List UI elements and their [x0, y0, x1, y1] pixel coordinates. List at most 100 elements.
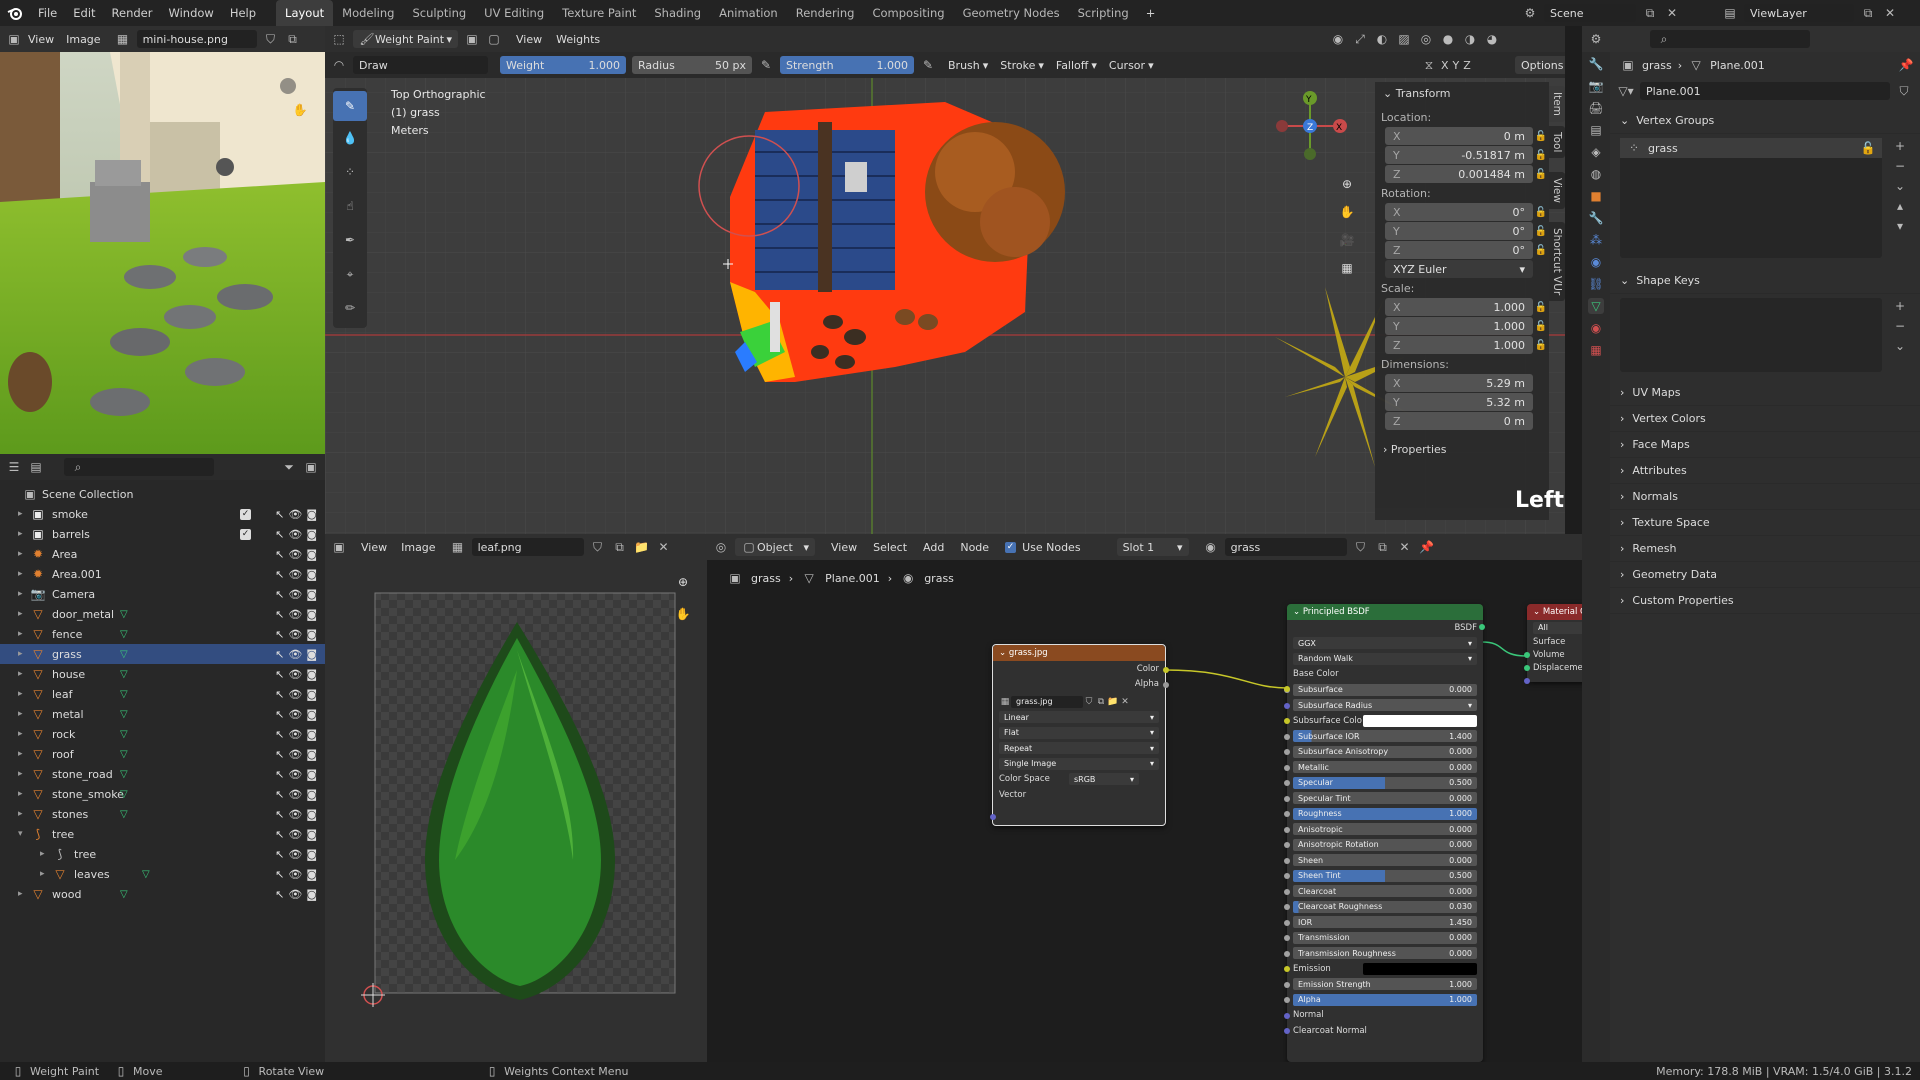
- input-socket[interactable]: [1284, 811, 1290, 817]
- outliner-item-stones[interactable]: ▸ ▽ stones ▽ ↖ 👁 ◙: [0, 804, 325, 824]
- smear-tool-icon[interactable]: ☝: [333, 189, 367, 223]
- outliner-item-Area[interactable]: ▸ ✹ Area ↖ 👁 ◙: [0, 544, 325, 564]
- group-specials-icon[interactable]: ⌄: [1892, 178, 1908, 194]
- lock-icon[interactable]: 🔓: [1535, 207, 1547, 218]
- transform-header[interactable]: ⌄ Transform: [1375, 82, 1549, 104]
- uv-image-menu[interactable]: Image: [401, 541, 435, 554]
- scene-tab-icon[interactable]: ◈: [1588, 144, 1604, 160]
- tab-sculpting[interactable]: Sculpting: [403, 0, 475, 26]
- filter-icon[interactable]: ⏷: [281, 459, 297, 475]
- new-collection-icon[interactable]: ▣: [303, 459, 319, 475]
- input-socket[interactable]: [1284, 904, 1290, 910]
- render-camera-icon[interactable]: ◙: [306, 608, 317, 621]
- expand-arrow-icon[interactable]: ▸: [18, 549, 23, 559]
- tab-shortcut[interactable]: Shortcut VUr: [1549, 222, 1565, 302]
- open-folder-icon[interactable]: 📁: [634, 539, 650, 555]
- render-camera-icon[interactable]: ◙: [306, 848, 317, 861]
- render-camera-icon[interactable]: ◙: [306, 628, 317, 641]
- input-socket[interactable]: [1284, 935, 1290, 941]
- tab-rendering[interactable]: Rendering: [787, 0, 864, 26]
- expand-arrow-icon[interactable]: ▸: [18, 569, 23, 579]
- section-attributes[interactable]: › Attributes: [1610, 458, 1920, 484]
- eye-icon[interactable]: 👁: [288, 568, 302, 581]
- eye-icon[interactable]: 👁: [288, 748, 302, 761]
- rotation-y-field[interactable]: Y 0° 🔓: [1385, 222, 1547, 240]
- outliner-item-tree[interactable]: ▸ ⟆ tree ↖ 👁 ◙: [0, 844, 325, 864]
- properties-search-input[interactable]: ⌕: [1650, 30, 1810, 48]
- select-arrow-icon[interactable]: ↖: [275, 588, 284, 601]
- exclude-checkbox[interactable]: ✓: [240, 508, 251, 520]
- tab-geometry-nodes[interactable]: Geometry Nodes: [954, 0, 1069, 26]
- render-camera-icon[interactable]: ◙: [306, 808, 317, 821]
- camera-view-icon[interactable]: 🎥: [1339, 232, 1355, 248]
- subsurface-method-dropdown[interactable]: Random Walk ▾: [1293, 652, 1477, 665]
- select-arrow-icon[interactable]: ↖: [275, 888, 284, 901]
- lock-icon[interactable]: 🔓: [1535, 131, 1547, 142]
- tab-item[interactable]: Item: [1549, 86, 1565, 122]
- select-arrow-icon[interactable]: ↖: [275, 788, 284, 801]
- displacement-socket[interactable]: [1524, 678, 1530, 684]
- draw-tool-icon[interactable]: ✎: [333, 91, 367, 121]
- sym-y[interactable]: Y: [1453, 59, 1460, 72]
- outliner-item-wood[interactable]: ▸ ▽ wood ▽ ↖ 👁 ◙: [0, 884, 325, 904]
- input-socket[interactable]: [1284, 702, 1290, 709]
- expand-arrow-icon[interactable]: ▸: [18, 769, 23, 779]
- tab-texture-paint[interactable]: Texture Paint: [553, 0, 645, 26]
- blender-logo-icon[interactable]: [0, 5, 30, 21]
- sym-z[interactable]: Z: [1463, 59, 1471, 72]
- expand-arrow-icon[interactable]: ▸: [40, 869, 45, 879]
- select-arrow-icon[interactable]: ↖: [275, 628, 284, 641]
- viewport-view-menu[interactable]: View: [516, 33, 542, 46]
- average-tool-icon[interactable]: ⁘: [333, 155, 367, 189]
- outliner-item-house[interactable]: ▸ ▽ house ▽ ↖ 👁 ◙: [0, 664, 325, 684]
- add-shape-key-icon[interactable]: +: [1892, 298, 1908, 314]
- properties-subpanel[interactable]: › Properties: [1375, 438, 1549, 460]
- eye-icon[interactable]: 👁: [288, 728, 302, 741]
- render-camera-icon[interactable]: ◙: [306, 668, 317, 681]
- editor-type-icon[interactable]: ⬚: [331, 31, 347, 47]
- section-face-maps[interactable]: › Face Maps: [1610, 432, 1920, 458]
- exclude-checkbox[interactable]: ✓: [240, 528, 251, 540]
- select-arrow-icon[interactable]: ↖: [275, 508, 284, 521]
- radius-slider[interactable]: Radius 50 px: [632, 56, 752, 74]
- image-option-dropdown[interactable]: Single Image ▾: [999, 757, 1159, 770]
- input-socket[interactable]: [1284, 795, 1290, 802]
- select-arrow-icon[interactable]: ↖: [275, 688, 284, 701]
- duplicate-icon[interactable]: ⧉: [612, 539, 628, 555]
- brush-dropdown[interactable]: Brush ▾: [948, 59, 988, 72]
- input-socket[interactable]: [1284, 749, 1290, 755]
- wireframe-shading-icon[interactable]: ◎: [1418, 31, 1434, 47]
- render-camera-icon[interactable]: ◙: [306, 748, 317, 761]
- vertex-group-row[interactable]: ⁘ grass 🔓: [1620, 138, 1882, 158]
- uv-pan-icon[interactable]: ✋: [675, 606, 691, 622]
- rotation-mode-dropdown[interactable]: XYZ Euler ▾: [1385, 260, 1533, 278]
- brush-name-field[interactable]: Draw: [353, 56, 488, 74]
- image-node-header[interactable]: ⌄ grass.jpg: [993, 645, 1165, 661]
- lock-icon[interactable]: 🔓: [1535, 340, 1547, 351]
- weight-slider[interactable]: Weight 1.000: [500, 56, 626, 74]
- eye-icon[interactable]: 👁: [288, 848, 302, 861]
- bsdf-value-slider[interactable]: Subsurface IOR 1.400: [1293, 730, 1477, 743]
- editor-type-icon[interactable]: ▣: [6, 31, 22, 47]
- section-vertex-colors[interactable]: › Vertex Colors: [1610, 406, 1920, 432]
- bsdf-socket[interactable]: [1479, 624, 1485, 630]
- uv-image-name-field[interactable]: leaf.png: [471, 538, 584, 556]
- input-socket[interactable]: [1284, 966, 1290, 972]
- distribution-dropdown[interactable]: GGX ▾: [1293, 637, 1477, 650]
- strength-pressure-icon[interactable]: ✎: [920, 57, 936, 73]
- bsdf-value-slider[interactable]: Alpha 1.000: [1293, 993, 1477, 1006]
- dimensions-z-field[interactable]: Z 0 m: [1385, 412, 1533, 430]
- lock-icon[interactable]: 🔓: [1860, 140, 1876, 156]
- options-dropdown[interactable]: Options ▾: [1515, 56, 1565, 74]
- tab-scripting[interactable]: Scripting: [1069, 0, 1138, 26]
- select-arrow-icon[interactable]: ↖: [275, 568, 284, 581]
- sample-weight-icon[interactable]: ⌖: [333, 257, 367, 291]
- render-camera-icon[interactable]: ◙: [306, 868, 317, 881]
- expand-arrow-icon[interactable]: ▸: [18, 669, 23, 679]
- bsdf-value-slider[interactable]: Clearcoat Roughness 0.030: [1293, 900, 1477, 913]
- image-image-menu[interactable]: Image: [66, 33, 100, 46]
- data-tab-icon[interactable]: ▽: [1588, 298, 1604, 314]
- eye-icon[interactable]: 👁: [288, 548, 302, 561]
- outliner-item-stone_smoke[interactable]: ▸ ▽ stone_smoke ▽ ↖ 👁 ◙: [0, 784, 325, 804]
- render-camera-icon[interactable]: ◙: [306, 648, 317, 661]
